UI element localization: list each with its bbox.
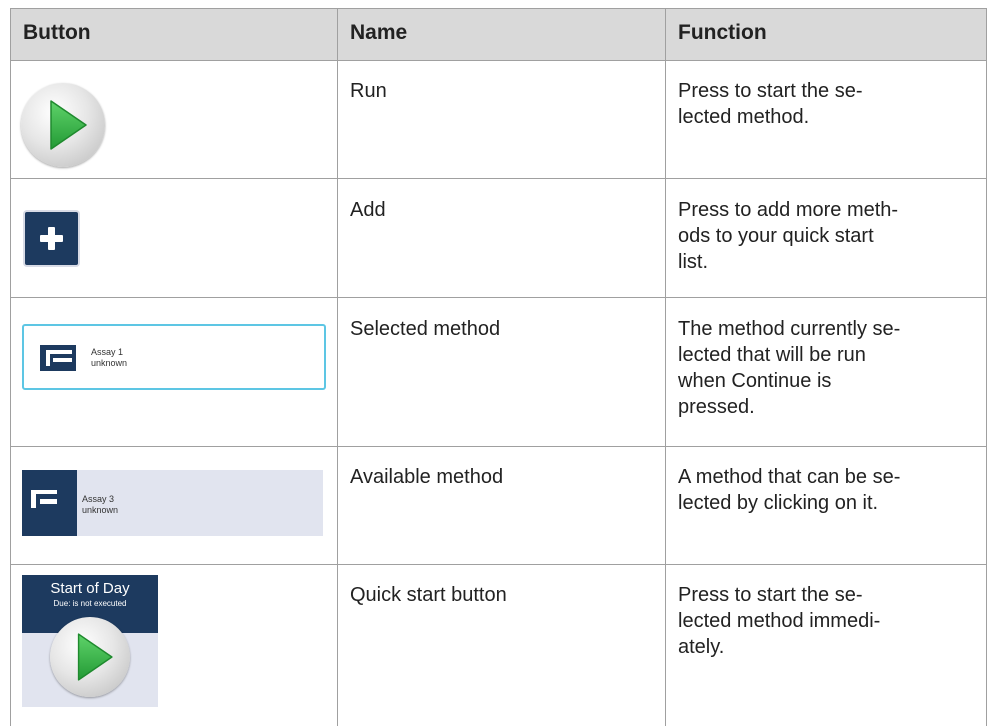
- grid-line: [10, 564, 987, 565]
- grid-line: [10, 8, 987, 9]
- row-function: A method that can be se- lected by click…: [678, 466, 901, 514]
- table-header: Button Name Function: [10, 8, 987, 60]
- grid-line: [10, 8, 11, 726]
- header-name: Name: [350, 21, 408, 44]
- method-icon: [40, 345, 76, 371]
- card-title: Assay 3: [82, 494, 115, 504]
- selected-method-card: Assay 1 unknown: [22, 324, 326, 390]
- play-icon: [77, 633, 113, 681]
- card-title: Assay 1: [91, 347, 124, 357]
- row-name: Selected method: [350, 318, 501, 340]
- card-subtitle: unknown: [82, 505, 119, 515]
- header-function: Function: [678, 21, 767, 44]
- row-name: Quick start button: [350, 584, 507, 606]
- grid-line: [10, 60, 987, 61]
- row-function: The method currently se- lected that wil…: [678, 318, 901, 418]
- grid-line: [10, 446, 987, 447]
- method-icon-block: [22, 470, 77, 536]
- run-button-icon: [21, 83, 105, 167]
- quick-start-tile: Start of Day Due: is not executed: [22, 575, 158, 707]
- plus-icon-bar: [48, 227, 55, 250]
- row-function: Press to start the se- lected method imm…: [678, 584, 881, 658]
- row-function: Press to add more meth- ods to your quic…: [678, 199, 899, 273]
- grid-line: [10, 178, 987, 179]
- tile-title: Start of Day: [50, 580, 130, 597]
- add-button-icon: [25, 212, 78, 265]
- grid-line: [337, 8, 338, 726]
- grid-line: [665, 8, 666, 726]
- card-subtitle: unknown: [91, 358, 128, 368]
- row-name: Add: [350, 199, 386, 221]
- run-button-icon: [50, 617, 130, 697]
- method-icon: [31, 490, 57, 508]
- header-button: Button: [23, 21, 91, 44]
- row-name: Available method: [350, 466, 504, 488]
- available-method-card: Assay 3 unknown: [22, 470, 323, 536]
- row-function: Press to start the se- lected method.: [678, 80, 863, 128]
- buttons-table: Button Name Function Run Press to start …: [10, 8, 987, 726]
- tile-subtitle: Due: is not executed: [53, 599, 127, 608]
- row-name: Run: [350, 80, 387, 102]
- grid-line: [10, 297, 987, 298]
- grid-line: [986, 8, 987, 726]
- play-icon: [50, 100, 87, 150]
